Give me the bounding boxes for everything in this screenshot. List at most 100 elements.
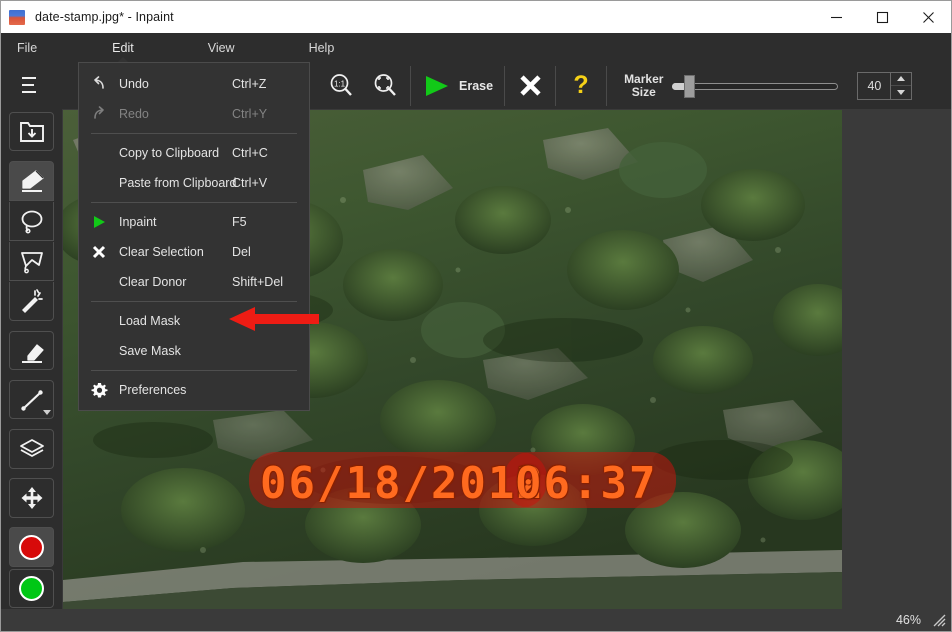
donor-color-green-tool[interactable] xyxy=(9,568,54,609)
green-play-icon xyxy=(79,215,119,229)
partially-obscured-icon xyxy=(22,76,36,93)
guide-line-tool[interactable] xyxy=(9,380,54,420)
magic-wand-tool[interactable] xyxy=(9,282,54,322)
guide-line-icon xyxy=(20,390,43,411)
toolbar-hidden-button[interactable] xyxy=(9,66,53,106)
menu-edit[interactable]: Edit xyxy=(106,33,140,63)
marker-size-decrement[interactable] xyxy=(891,86,911,99)
marker-size-increment[interactable] xyxy=(891,73,912,86)
window-title: date-stamp.jpg* - Inpaint xyxy=(35,10,174,24)
move-arrows-icon xyxy=(21,487,42,510)
tool-rail xyxy=(1,109,62,609)
erase-button[interactable]: Erase xyxy=(414,66,501,106)
green-circle-icon xyxy=(19,575,44,601)
menu-separator xyxy=(91,301,297,302)
folder-download-icon xyxy=(19,121,44,142)
open-image-tool[interactable] xyxy=(9,112,54,152)
menu-item-undo-shortcut: Ctrl+Z xyxy=(232,77,267,91)
menu-item-copy-to-clipboard[interactable]: Copy to Clipboard Ctrl+C xyxy=(79,138,309,168)
menu-item-clear-donor[interactable]: Clear Donor Shift+Del xyxy=(79,267,309,297)
close-button[interactable] xyxy=(905,1,951,33)
resize-grip-icon[interactable] xyxy=(931,612,947,628)
toolbar-separator xyxy=(504,65,506,106)
menu-item-load-mask-label: Load Mask xyxy=(119,314,181,328)
menu-item-paste-from-clipboard-shortcut: Ctrl+V xyxy=(232,176,268,190)
lasso-tool[interactable] xyxy=(9,201,54,241)
menu-item-redo-label: Redo xyxy=(119,107,149,121)
svg-text:1:1: 1:1 xyxy=(333,80,345,89)
inpaint-app-icon xyxy=(9,9,25,25)
chevron-up-icon xyxy=(897,76,906,82)
help-button[interactable]: ? xyxy=(559,66,603,106)
menu-view[interactable]: View xyxy=(202,33,241,62)
menu-help[interactable]: Help xyxy=(303,33,341,62)
minimize-button[interactable] xyxy=(813,1,859,33)
menu-item-paste-from-clipboard[interactable]: Paste from Clipboard Ctrl+V xyxy=(79,168,309,198)
marker-size-stepper[interactable]: 40 xyxy=(857,71,913,100)
time-stamp-text: 06:37 xyxy=(515,458,658,509)
menu-item-redo-shortcut: Ctrl+Y xyxy=(232,107,268,121)
menu-item-clear-selection-shortcut: Del xyxy=(232,245,251,259)
green-play-icon xyxy=(426,75,448,96)
menu-separator xyxy=(91,133,297,134)
polygon-lasso-tool[interactable] xyxy=(9,241,54,282)
selection-color-red-tool[interactable] xyxy=(9,527,54,567)
menu-item-clear-selection[interactable]: Clear Selection Del xyxy=(79,237,309,267)
menu-bar: File Edit View Help xyxy=(1,33,951,63)
redo-arrow-icon xyxy=(79,106,119,122)
edit-dropdown-menu: Undo Ctrl+Z Redo Ctrl+Y Copy to Clipboar… xyxy=(78,62,310,411)
menu-item-save-mask[interactable]: Save Mask xyxy=(79,336,309,366)
menu-item-inpaint[interactable]: Inpaint F5 xyxy=(79,207,309,237)
menu-item-inpaint-label: Inpaint xyxy=(119,215,157,229)
lasso-icon xyxy=(21,210,42,234)
menu-item-copy-to-clipboard-label: Copy to Clipboard xyxy=(119,146,220,160)
menu-item-preferences[interactable]: Preferences xyxy=(79,375,309,405)
eraser-tool[interactable] xyxy=(9,331,54,371)
status-bar: 46% xyxy=(1,609,951,631)
menu-item-undo-label: Undo xyxy=(119,77,149,91)
red-circle-icon xyxy=(19,534,44,560)
toolbar-separator xyxy=(555,65,557,106)
menu-separator xyxy=(91,370,297,371)
menu-file[interactable]: File xyxy=(11,33,43,62)
menu-item-clear-selection-label: Clear Selection xyxy=(119,245,204,259)
menu-item-save-mask-label: Save Mask xyxy=(119,344,181,358)
magnifier-fit-icon xyxy=(374,74,396,96)
marker-pen-icon xyxy=(21,170,44,192)
maximize-button[interactable] xyxy=(859,1,905,33)
pan-tool[interactable] xyxy=(9,478,54,518)
marker-size-spin-arrows xyxy=(890,71,913,100)
inpaint-window: date-stamp.jpg* - Inpaint File Edit View… xyxy=(0,0,952,632)
chevron-down-icon[interactable] xyxy=(43,410,51,416)
undo-arrow-icon xyxy=(79,76,119,92)
zoom-fit-button[interactable] xyxy=(363,66,407,106)
menu-item-inpaint-shortcut: F5 xyxy=(232,215,247,229)
marker-size-label-line2: Size xyxy=(631,84,656,99)
erase-button-label: Erase xyxy=(459,78,494,93)
marker-size-control: Marker Size 40 xyxy=(624,71,913,100)
menu-item-undo[interactable]: Undo Ctrl+Z xyxy=(79,69,309,99)
eraser-icon xyxy=(21,344,44,363)
polygon-lasso-icon xyxy=(20,252,43,274)
multi-view-tool[interactable] xyxy=(9,429,54,469)
marker-size-slider[interactable] xyxy=(672,74,839,98)
question-mark-icon: ? xyxy=(573,71,589,99)
menu-item-preferences-label: Preferences xyxy=(119,383,187,397)
white-x-icon xyxy=(79,244,119,260)
menu-item-load-mask[interactable]: Load Mask xyxy=(79,306,309,336)
marker-size-value[interactable]: 40 xyxy=(857,71,891,100)
chevron-down-icon xyxy=(897,89,906,95)
magic-wand-icon xyxy=(21,289,43,314)
slider-handle[interactable] xyxy=(684,74,696,98)
white-x-icon xyxy=(519,75,541,96)
magnifier-1to1-icon: 1:1 xyxy=(330,74,352,96)
zoom-actual-size-button[interactable]: 1:1 xyxy=(319,66,363,106)
menu-separator xyxy=(91,202,297,203)
menu-item-clear-donor-shortcut: Shift+Del xyxy=(232,275,284,289)
menu-item-copy-to-clipboard-shortcut: Ctrl+C xyxy=(232,146,268,160)
marker-tool[interactable] xyxy=(9,161,54,201)
window-controls xyxy=(813,1,951,33)
clear-selection-button[interactable] xyxy=(508,66,552,106)
toolbar-separator xyxy=(606,65,608,106)
menu-item-redo[interactable]: Redo Ctrl+Y xyxy=(79,99,309,129)
